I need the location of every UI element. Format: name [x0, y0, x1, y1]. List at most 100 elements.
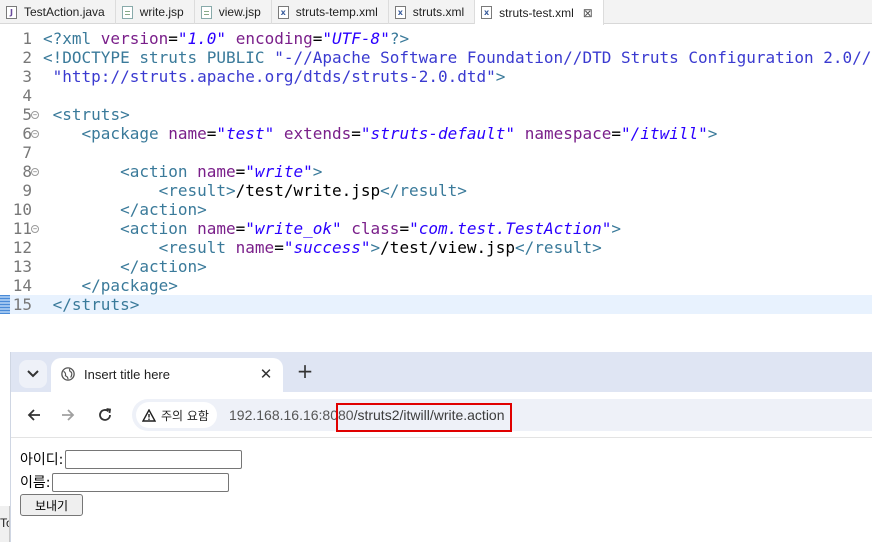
- editor-tab[interactable]: x struts.xml: [389, 0, 476, 24]
- forward-button[interactable]: [57, 404, 79, 426]
- code-line[interactable]: 5− <struts>: [0, 105, 872, 124]
- code-text: <action name="write_ok" class="com.test.…: [43, 219, 621, 238]
- code-token: <package: [81, 124, 169, 143]
- code-line[interactable]: 7: [0, 143, 872, 162]
- editor-tab-bar: J TestAction.java write.jsp view.jsp x struts…: [0, 0, 872, 25]
- editor-tab-label: struts-test.xml: [499, 5, 574, 20]
- browser-tab-strip: Insert title here ✕ +: [11, 352, 872, 392]
- editor-tab-label: TestAction.java: [24, 5, 105, 19]
- name-input[interactable]: [52, 472, 230, 492]
- partial-window-text: To: [0, 506, 10, 542]
- editor-tab-label: struts.xml: [412, 5, 465, 19]
- code-token: /test/view.jsp: [380, 238, 516, 257]
- id-input[interactable]: [65, 449, 243, 469]
- web-page: 아이디: 이름: 보내기: [11, 439, 872, 542]
- code-token: "success": [283, 238, 371, 257]
- fold-toggle-icon[interactable]: −: [31, 111, 39, 119]
- code-token: name: [168, 124, 207, 143]
- code-line[interactable]: 2 <!DOCTYPE struts PUBLIC "-//Apache Soft…: [0, 48, 872, 67]
- name-label: 이름:: [20, 475, 51, 491]
- code-line[interactable]: 12 <result name="success">/test/view.jsp…: [0, 238, 872, 257]
- code-token: </result>: [515, 238, 602, 257]
- code-token: =: [235, 162, 246, 181]
- code-token: >: [707, 124, 718, 143]
- jsp-file-icon: [121, 5, 133, 19]
- line-number: 5: [22, 105, 32, 124]
- xml-file-icon: x: [394, 5, 406, 19]
- editor-tab[interactable]: write.jsp: [116, 0, 195, 24]
- code-line[interactable]: 1 <?xml version="1.0" encoding="UTF-8"?>: [0, 29, 872, 48]
- globe-icon: [61, 367, 75, 381]
- code-line[interactable]: 11− <action name="write_ok" class="com.t…: [0, 219, 872, 238]
- code-text: </action>: [43, 200, 207, 219]
- tab-search-button[interactable]: [19, 360, 47, 388]
- fold-toggle-icon[interactable]: −: [31, 225, 39, 233]
- id-label: 아이디:: [20, 452, 64, 468]
- security-label: 주의 요함: [161, 408, 209, 423]
- line-number: 15: [12, 295, 32, 314]
- arrow-left-icon: [27, 409, 40, 421]
- reload-button[interactable]: [94, 404, 116, 426]
- code-token: </action>: [120, 200, 207, 219]
- code-text: <struts>: [43, 105, 130, 124]
- code-token: =: [206, 124, 217, 143]
- code-line[interactable]: 6− <package name="test" extends="struts-…: [0, 124, 872, 143]
- fold-toggle-icon[interactable]: −: [31, 168, 39, 176]
- code-token: >: [312, 162, 323, 181]
- fold-toggle-icon[interactable]: −: [31, 130, 39, 138]
- code-token: >: [495, 67, 506, 86]
- code-token: <result: [158, 238, 236, 257]
- line-number: 9: [22, 181, 32, 200]
- code-token: name: [235, 238, 275, 257]
- code-token: >: [611, 219, 622, 238]
- arrow-right-icon: [62, 409, 75, 421]
- close-icon[interactable]: ⊠: [583, 6, 593, 20]
- code-line[interactable]: 8− <action name="write">: [0, 162, 872, 181]
- back-button[interactable]: [23, 404, 45, 426]
- editor-tab[interactable]: x struts-test.xml ⊠: [475, 0, 604, 25]
- code-token: extends: [283, 124, 352, 143]
- code-line[interactable]: 10 </action>: [0, 200, 872, 219]
- xml-file-icon: x: [277, 5, 289, 19]
- code-line[interactable]: 3 "http://struts.apache.org/dtds/struts-…: [0, 67, 872, 86]
- code-token: <struts>: [52, 105, 130, 124]
- code-token: <action: [120, 219, 198, 238]
- browser-tab-title: Insert title here: [84, 367, 170, 382]
- code-token: ?>: [389, 29, 410, 48]
- code-line[interactable]: 15 </struts>: [0, 295, 872, 314]
- code-token: <result>: [158, 181, 236, 200]
- close-icon[interactable]: ✕: [257, 365, 275, 383]
- browser-tab[interactable]: Insert title here ✕: [51, 358, 283, 392]
- code-token: =: [168, 29, 178, 48]
- code-token: "/itwill": [621, 124, 708, 143]
- code-token: "write_ok": [245, 219, 342, 238]
- code-line[interactable]: 13 </action>: [0, 257, 872, 276]
- new-tab-button[interactable]: +: [293, 360, 317, 384]
- editor-tab[interactable]: J TestAction.java: [0, 0, 116, 24]
- code-token: "struts-default": [360, 124, 516, 143]
- line-number: 4: [22, 86, 32, 105]
- code-token: </result>: [380, 181, 467, 200]
- security-indicator[interactable]: 주의 요함: [136, 402, 217, 428]
- code-token: /test/write.jsp: [235, 181, 381, 200]
- code-token: encoding: [235, 29, 313, 48]
- editor-tab[interactable]: x struts-temp.xml: [272, 0, 389, 24]
- code-line[interactable]: 4: [0, 86, 872, 105]
- submit-button[interactable]: 보내기: [20, 494, 83, 516]
- editor-tab[interactable]: view.jsp: [195, 0, 272, 24]
- code-token: "test": [216, 124, 275, 143]
- code-editor[interactable]: 1 <?xml version="1.0" encoding="UTF-8"?> 2…: [0, 25, 872, 355]
- code-token: version: [100, 29, 169, 48]
- warning-icon: [142, 408, 156, 422]
- code-token: "http://struts.apache.org/dtds/struts-2.…: [52, 67, 496, 86]
- code-text: <!DOCTYPE struts PUBLIC "-//Apache Softw…: [43, 48, 872, 67]
- code-line[interactable]: 9 <result>/test/write.jsp</result>: [0, 181, 872, 200]
- code-line[interactable]: 14 </package>: [0, 276, 872, 295]
